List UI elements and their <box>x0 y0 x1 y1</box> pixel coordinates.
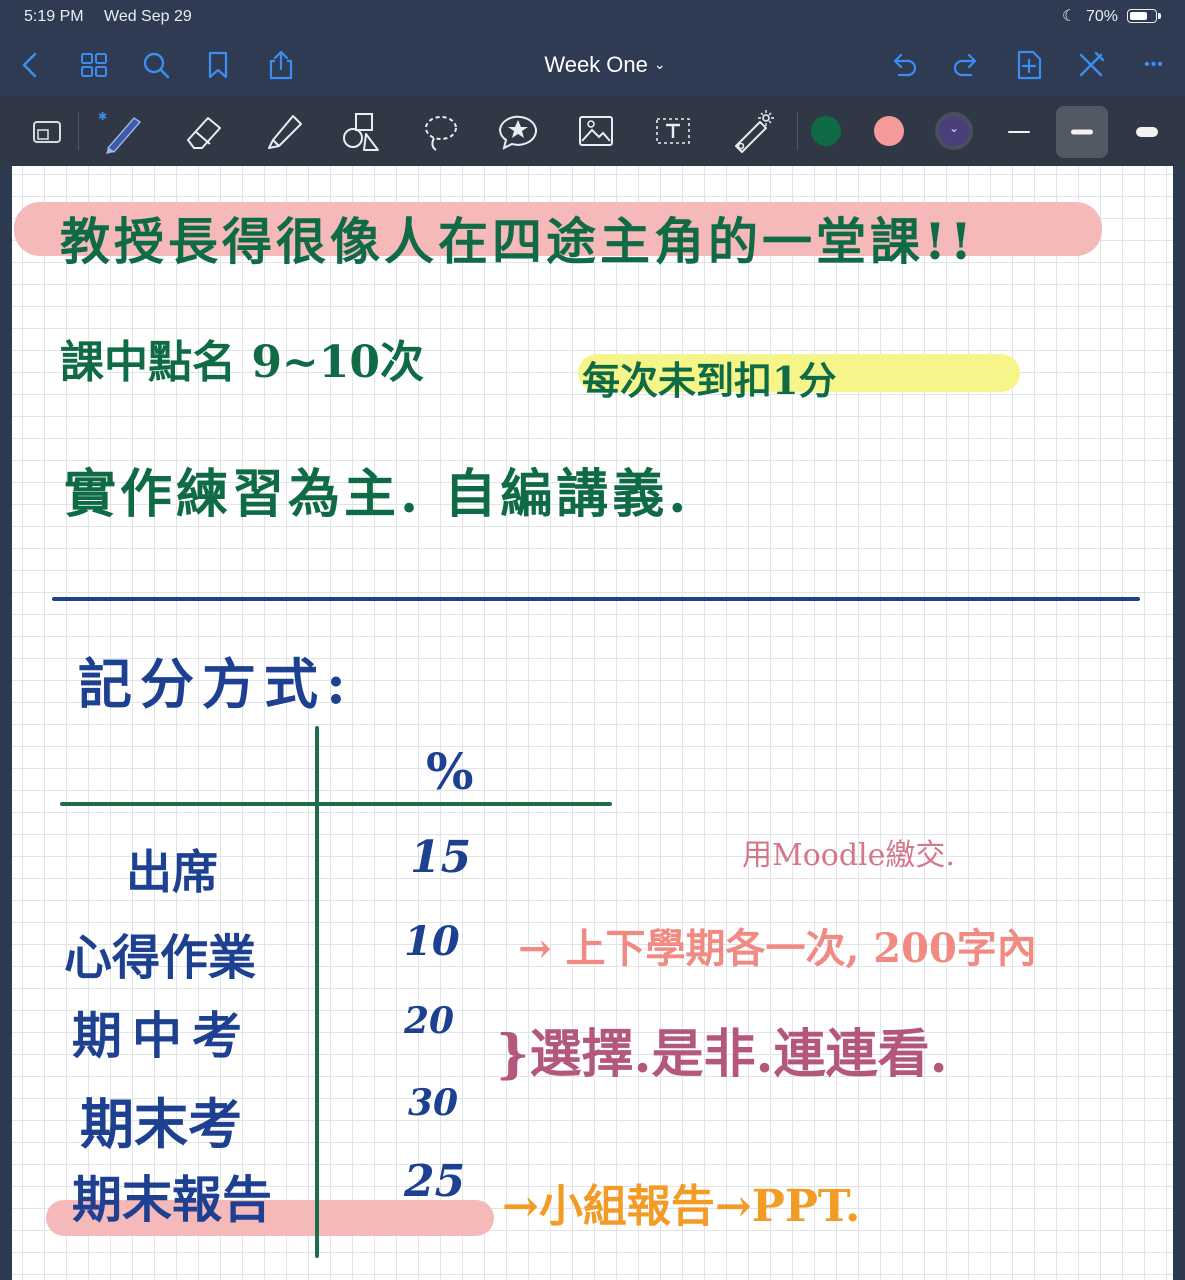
handwritten-penalty: 每次未到扣1分 <box>582 358 837 403</box>
status-time: 5:19 PM <box>24 8 84 25</box>
stroke-size-thin[interactable] <box>993 106 1045 158</box>
eraser-tool[interactable] <box>180 106 230 156</box>
back-button[interactable] <box>14 48 48 82</box>
navigation-bar: Week One ⌄ ••• <box>0 34 1185 96</box>
table-vertical-line <box>315 726 319 1258</box>
add-page-icon <box>1017 50 1042 80</box>
stroke-size-thick[interactable] <box>1121 106 1173 158</box>
chevron-left-icon <box>22 52 37 78</box>
battery-percent: 70% <box>1086 8 1119 25</box>
search-button[interactable] <box>139 48 173 82</box>
table-row-label: 期末考 <box>80 1092 242 1156</box>
close-tools-button[interactable] <box>1074 48 1108 82</box>
image-tool[interactable] <box>571 106 621 156</box>
redo-button[interactable] <box>949 48 983 82</box>
elements-tool[interactable] <box>492 106 542 156</box>
image-icon <box>579 116 613 146</box>
laser-pointer-tool[interactable] <box>728 106 778 156</box>
battery-icon <box>1127 9 1161 23</box>
note-canvas[interactable]: 教授長得很像人在四途主角的一堂課!! 課中點名 9~10次 每次未到扣1分 實作… <box>12 166 1173 1280</box>
text-tool[interactable] <box>648 106 698 156</box>
status-bar: 5:19 PM Wed Sep 29 ☾ 70% <box>0 0 1185 34</box>
table-row-value: 10 <box>404 918 460 965</box>
zoom-window-icon <box>33 121 61 143</box>
lasso-tool[interactable] <box>416 106 466 156</box>
handwritten-practice: 實作練習為主. 自編講義. <box>64 464 691 525</box>
grading-title: 記分方式: <box>78 652 354 716</box>
highlighter-icon <box>268 115 302 149</box>
chevron-down-icon: ⌄ <box>948 121 960 135</box>
highlighter-tool[interactable] <box>259 106 309 156</box>
annotation-exam-format: }選擇.是非.連連看. <box>496 1024 948 1085</box>
document-title[interactable]: Week One ⌄ <box>520 52 690 78</box>
table-row-value: 25 <box>404 1156 466 1207</box>
do-not-disturb-icon: ☾ <box>1062 8 1077 25</box>
svg-text:✱: ✱ <box>98 110 107 123</box>
annotation-group-report: →小組報告→PPT. <box>502 1181 861 1232</box>
table-row-value: 30 <box>408 1082 459 1124</box>
bookmark-icon <box>208 51 228 79</box>
chevron-down-icon: ⌄ <box>653 56 666 72</box>
handwritten-header: 教授長得很像人在四途主角的一堂課!! <box>60 212 976 271</box>
shapes-icon <box>343 113 379 151</box>
undo-icon <box>893 53 917 77</box>
add-page-button[interactable] <box>1012 48 1046 82</box>
laser-pointer-icon <box>735 110 774 153</box>
table-row-value: 20 <box>404 1000 455 1042</box>
toolbar-divider <box>78 112 79 150</box>
table-row-label: 期中考 <box>72 1006 252 1065</box>
bookmark-button[interactable] <box>201 48 235 82</box>
thumbnails-button[interactable] <box>77 48 111 82</box>
redo-icon <box>953 53 977 77</box>
pen-icon: ✱ <box>98 110 142 154</box>
share-icon <box>269 50 293 80</box>
annotation-moodle: 用Moodle繳交. <box>742 838 955 873</box>
sticker-star-icon <box>498 115 537 150</box>
status-date: Wed Sep 29 <box>104 8 192 25</box>
stroke-size-medium[interactable] <box>1056 106 1108 158</box>
drawing-toolbar: ✱ ⌄ <box>0 96 1185 166</box>
search-icon <box>143 52 170 79</box>
table-row-label: 期末報告 <box>72 1170 272 1229</box>
shapes-tool[interactable] <box>336 106 386 156</box>
undo-button[interactable] <box>887 48 921 82</box>
annotation-homework: → 上下學期各一次, 200字內 <box>518 925 1037 972</box>
toolbar-divider <box>797 112 798 150</box>
share-button[interactable] <box>264 48 298 82</box>
pen-x-icon <box>1079 51 1105 77</box>
more-options-button[interactable]: ••• <box>1137 48 1171 82</box>
zoom-window-tool[interactable] <box>22 106 72 156</box>
color-swatch-pink[interactable] <box>874 116 904 146</box>
eraser-icon <box>187 117 221 149</box>
percent-header: % <box>426 742 474 801</box>
handwritten-roll-call: 課中點名 9~10次 <box>60 337 425 388</box>
color-swatch-green[interactable] <box>811 116 841 146</box>
table-row-label: 出席 <box>126 845 218 899</box>
grid-icon <box>81 53 107 77</box>
table-horizontal-line <box>60 802 612 806</box>
blue-divider-line <box>52 597 1140 601</box>
color-swatch-purple[interactable]: ⌄ <box>939 116 969 146</box>
pen-tool[interactable]: ✱ <box>98 106 148 156</box>
text-box-icon <box>656 118 690 144</box>
lasso-icon <box>425 116 457 151</box>
table-row-value: 15 <box>410 832 472 883</box>
table-row-label: 心得作業 <box>64 930 257 986</box>
